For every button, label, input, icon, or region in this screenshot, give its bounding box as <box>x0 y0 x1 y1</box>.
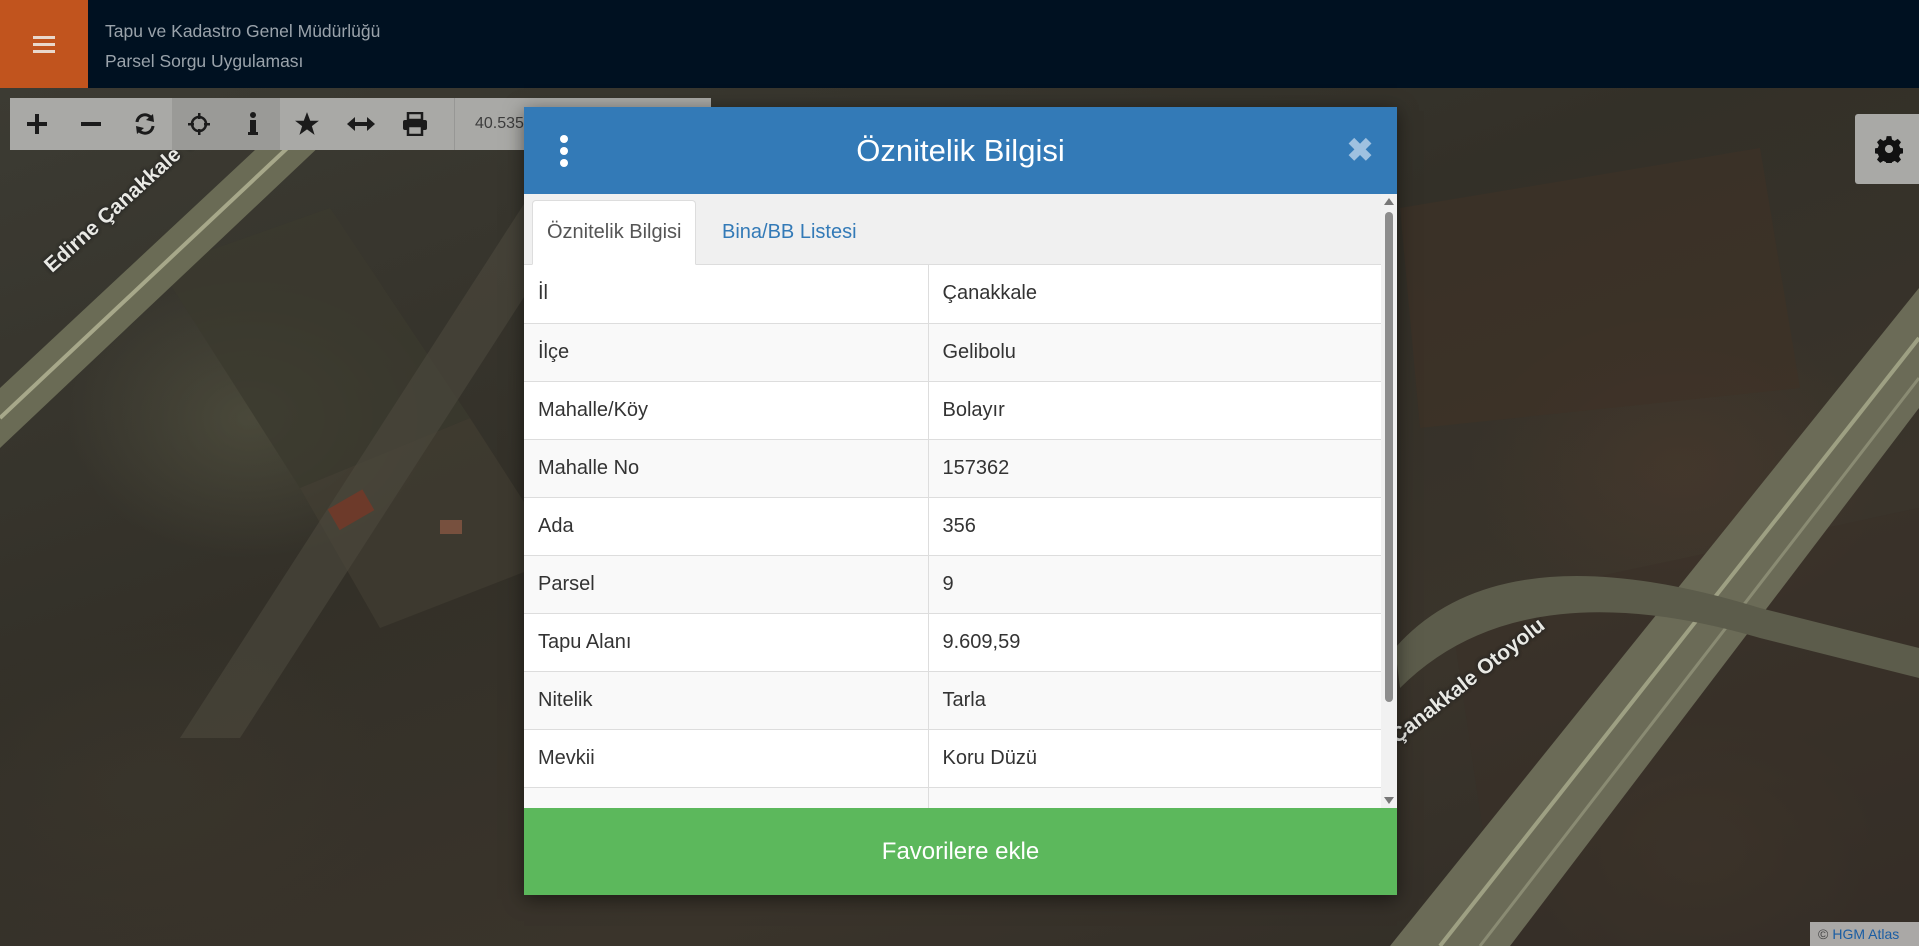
scrollbar-thumb[interactable] <box>1385 212 1393 702</box>
row-value: Bolayır <box>928 381 1381 440</box>
map-attribution: © HGM Atlas <box>1810 922 1919 946</box>
app-header: Tapu ve Kadastro Genel Müdürlüğü Parsel … <box>0 0 1919 88</box>
row-key: Mevkii <box>524 729 929 788</box>
crosshair-icon <box>188 113 210 135</box>
print-icon <box>403 112 427 136</box>
scroll-down-arrow-icon[interactable] <box>1384 797 1394 804</box>
dialog-title: Öznitelik Bilgisi <box>856 132 1065 168</box>
arrows-horizontal-icon <box>347 117 375 131</box>
zoom-out-button[interactable] <box>64 98 118 150</box>
row-value: Gelibolu <box>928 323 1381 382</box>
favorites-button[interactable] <box>280 98 334 150</box>
tab-bar: Öznitelik Bilgisi Bina/BB Listesi <box>524 194 1381 265</box>
row-value: 9.609,59 <box>928 613 1381 672</box>
row-key: Nitelik <box>524 671 929 730</box>
zoom-in-button[interactable] <box>10 98 64 150</box>
table-row: Tapu Alanı 9.609,59 <box>524 613 1381 672</box>
row-key <box>524 787 929 808</box>
scroll-up-arrow-icon[interactable] <box>1384 198 1394 205</box>
star-icon <box>295 112 319 135</box>
table-row: İl Çanakkale <box>524 265 1381 324</box>
table-row: Mahalle No 157362 <box>524 439 1381 498</box>
plus-icon <box>27 114 47 134</box>
refresh-icon <box>135 113 155 135</box>
attribute-table: İl Çanakkale İlçe Gelibolu Mahalle/Köy Bola… <box>524 265 1381 808</box>
hamburger-icon <box>33 34 55 55</box>
attribution-symbol: © <box>1818 926 1829 942</box>
row-key: Mahalle No <box>524 439 929 498</box>
info-icon <box>248 112 258 135</box>
attribution-link[interactable]: HGM Atlas <box>1832 926 1899 942</box>
table-row <box>524 787 1381 808</box>
dialog-scrollbar[interactable] <box>1381 194 1397 808</box>
app-title: Tapu ve Kadastro Genel Müdürlüğü Parsel … <box>105 16 380 76</box>
row-key: İlçe <box>524 323 929 382</box>
settings-button[interactable] <box>1855 114 1919 184</box>
table-row: Parsel 9 <box>524 555 1381 614</box>
dialog-body[interactable]: Öznitelik Bilgisi Bina/BB Listesi İl Çana… <box>524 194 1397 808</box>
tab-attribute-info[interactable]: Öznitelik Bilgisi <box>532 200 697 265</box>
row-value <box>928 787 1381 808</box>
tab-building-list[interactable]: Bina/BB Listesi <box>708 200 871 264</box>
table-row: Mahalle/Köy Bolayır <box>524 381 1381 440</box>
more-options-icon[interactable] <box>558 135 570 167</box>
row-key: Parsel <box>524 555 929 614</box>
close-icon[interactable]: ✖ <box>1345 134 1375 166</box>
row-key: Ada <box>524 497 929 556</box>
row-value: Tarla <box>928 671 1381 730</box>
row-value: Koru Düzü <box>928 729 1381 788</box>
minus-icon <box>81 122 101 126</box>
row-value: 356 <box>928 497 1381 556</box>
row-key: İl <box>524 265 929 324</box>
row-value: 157362 <box>928 439 1381 498</box>
row-key: Tapu Alanı <box>524 613 929 672</box>
add-to-favorites-button[interactable]: Favorilere ekle <box>524 808 1397 895</box>
table-row: Mevkii Koru Düzü <box>524 729 1381 788</box>
dialog-header: Öznitelik Bilgisi ✖ <box>524 107 1397 194</box>
measure-button[interactable] <box>334 98 388 150</box>
coordinate-readout: 40.535 <box>454 98 524 150</box>
print-button[interactable] <box>388 98 442 150</box>
refresh-button[interactable] <box>118 98 172 150</box>
table-row: Ada 356 <box>524 497 1381 556</box>
app-title-line1: Tapu ve Kadastro Genel Müdürlüğü <box>105 21 381 41</box>
locate-button[interactable] <box>172 98 226 150</box>
attribute-info-dialog: Öznitelik Bilgisi ✖ Öznitelik Bilgisi Bi… <box>524 107 1397 895</box>
row-value: 9 <box>928 555 1381 614</box>
row-value: Çanakkale <box>928 265 1381 324</box>
row-key: Mahalle/Köy <box>524 381 929 440</box>
gear-icon <box>1875 136 1903 163</box>
app-title-line2: Parsel Sorgu Uygulaması <box>105 51 304 71</box>
menu-button[interactable] <box>0 0 88 88</box>
table-row: Nitelik Tarla <box>524 671 1381 730</box>
info-button[interactable] <box>226 98 280 150</box>
table-row: İlçe Gelibolu <box>524 323 1381 382</box>
